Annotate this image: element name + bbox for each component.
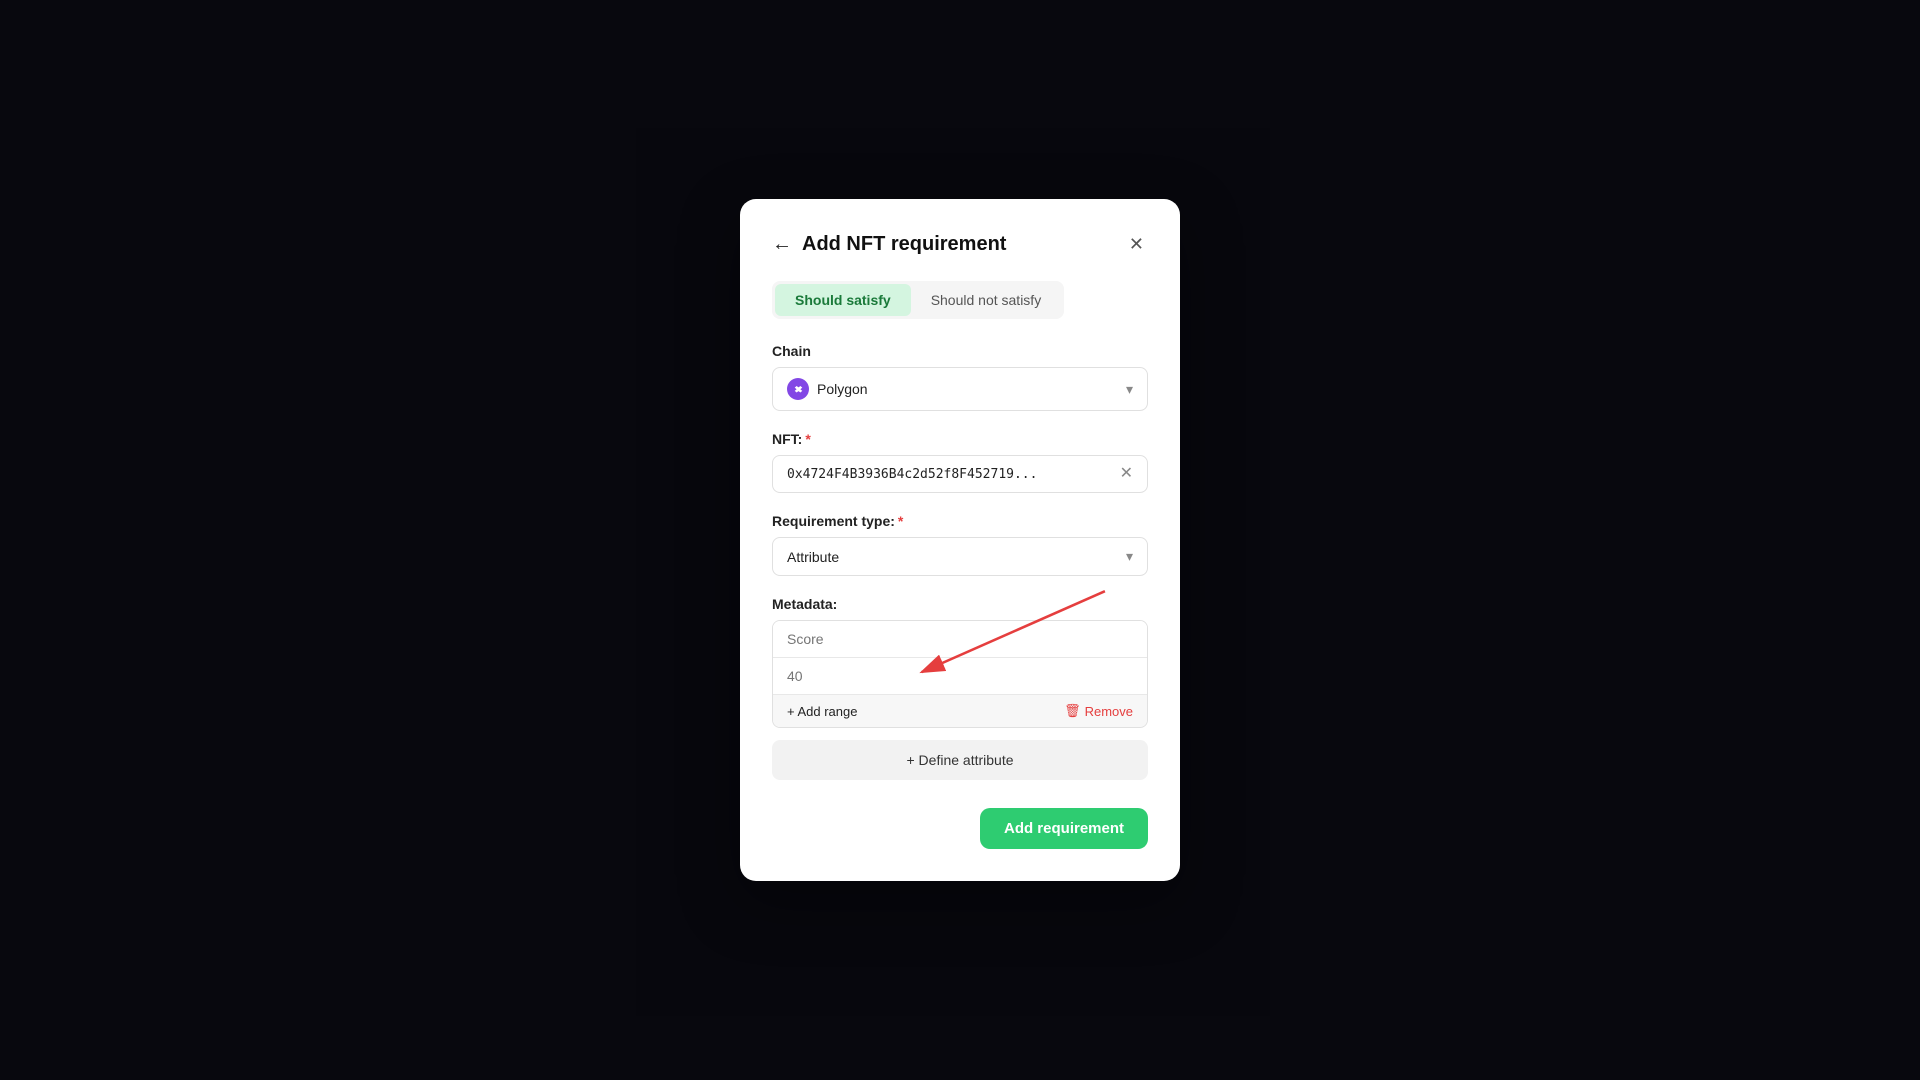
chain-chevron-icon: ▾ bbox=[1126, 381, 1133, 398]
requirement-type-select[interactable]: Attribute ▾ bbox=[772, 537, 1148, 576]
chain-select[interactable]: Polygon ▾ bbox=[772, 367, 1148, 411]
should-not-satisfy-button[interactable]: Should not satisfy bbox=[911, 284, 1062, 316]
define-attribute-button[interactable]: + Define attribute bbox=[772, 740, 1148, 780]
nft-clear-button[interactable]: ✕ bbox=[1120, 466, 1133, 482]
trash-icon: 🗑 bbox=[1064, 703, 1081, 719]
should-satisfy-button[interactable]: Should satisfy bbox=[775, 284, 911, 316]
requirement-type-label: Requirement type: * bbox=[772, 513, 1148, 529]
metadata-box: + Add range 🗑 Remove bbox=[772, 620, 1148, 728]
requirement-type-chevron-icon: ▾ bbox=[1126, 548, 1133, 565]
metadata-label: Metadata: bbox=[772, 596, 1148, 612]
nft-section: NFT: * 0x4724F4B3936B4c2d52f8F452719... … bbox=[772, 431, 1148, 493]
chain-section: Chain Polygon ▾ bbox=[772, 343, 1148, 411]
nft-address-value: 0x4724F4B3936B4c2d52f8F452719... bbox=[787, 467, 1037, 482]
remove-button[interactable]: 🗑 Remove bbox=[1064, 703, 1133, 719]
nft-label: NFT: * bbox=[772, 431, 1148, 447]
requirement-type-value: Attribute bbox=[787, 549, 839, 565]
chain-value: Polygon bbox=[817, 381, 868, 397]
close-button[interactable]: ✕ bbox=[1125, 231, 1148, 257]
modal-title: Add NFT requirement bbox=[802, 233, 1006, 256]
polygon-icon bbox=[787, 378, 809, 400]
add-requirement-button[interactable]: Add requirement bbox=[980, 808, 1148, 849]
modal-header: ← Add NFT requirement ✕ bbox=[772, 231, 1148, 257]
chain-label: Chain bbox=[772, 343, 1148, 359]
footer-row: Add requirement bbox=[772, 808, 1148, 849]
requirement-type-section: Requirement type: * Attribute ▾ bbox=[772, 513, 1148, 576]
add-range-button[interactable]: + Add range bbox=[787, 704, 857, 719]
metadata-score-input[interactable] bbox=[773, 621, 1147, 658]
metadata-section: Metadata: + Add range 🗑 Remove bbox=[772, 596, 1148, 728]
back-button[interactable]: ← bbox=[772, 234, 792, 254]
requirement-type-required-star: * bbox=[898, 513, 903, 529]
metadata-actions: + Add range 🗑 Remove bbox=[773, 694, 1147, 727]
nft-required-star: * bbox=[805, 431, 810, 447]
satisfaction-toggle-group: Should satisfy Should not satisfy bbox=[772, 281, 1064, 319]
metadata-value-input[interactable] bbox=[773, 658, 1147, 694]
nft-input-box[interactable]: 0x4724F4B3936B4c2d52f8F452719... ✕ bbox=[772, 455, 1148, 493]
